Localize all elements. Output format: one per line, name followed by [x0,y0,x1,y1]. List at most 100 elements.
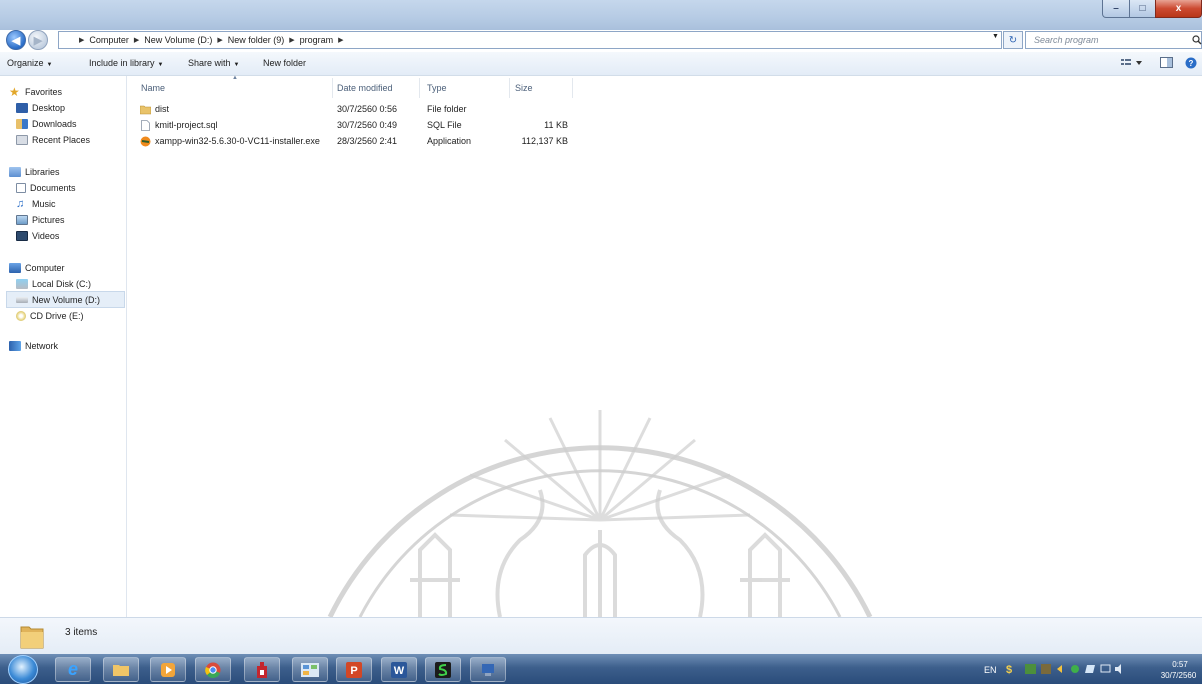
forward-arrow-icon: ▶ [33,34,43,47]
refresh-button[interactable]: ↻ [1003,31,1023,49]
start-button[interactable] [8,655,38,684]
nav-favorites[interactable]: ★ Favorites [9,84,119,100]
word-logo-icon: W [391,661,407,678]
clock-date[interactable]: 30/7/2560 [1155,671,1202,680]
back-button[interactable]: ◀ [6,30,26,50]
powerpoint-icon[interactable]: P [336,657,372,682]
item-count: 3 items [65,627,98,638]
control-panel-icon[interactable] [292,657,328,682]
nav-videos[interactable]: Videos [16,228,124,244]
nav-new-volume[interactable]: New Volume (D:) [16,292,124,308]
help-icon[interactable]: ? [1185,57,1197,69]
tray-app-icon [1025,664,1036,674]
address-dropdown-icon[interactable]: ▼ [992,33,999,40]
forward-button[interactable]: ▶ [28,30,48,50]
xampp-icon [140,136,151,146]
file-row[interactable]: xampp-win32-5.6.30-0-VC11-installer.exe … [140,133,580,149]
volume-icon [1115,664,1121,674]
search-icon[interactable] [1192,35,1202,45]
chevron-right-icon[interactable]: ▶ [289,36,294,44]
search-input[interactable]: Search program [1025,31,1202,49]
nav-music[interactable]: ♫ Music [16,196,124,212]
file-name: dist [155,104,170,114]
tray-arrow-icon [1057,665,1062,673]
tray-flag-icon [1085,665,1095,673]
chevron-right-icon[interactable]: ▶ [338,36,343,44]
tower-icon [257,661,267,678]
breadcrumb-program[interactable]: program [300,35,334,45]
file-type: SQL File [427,120,462,130]
preview-pane-icon[interactable] [1160,57,1173,69]
file-date: 28/3/2560 2:41 [337,136,398,146]
nav-computer[interactable]: Computer [9,260,119,276]
recent-places-icon [16,135,28,145]
column-divider[interactable] [572,78,573,98]
column-divider[interactable] [509,78,510,98]
nav-cd-drive[interactable]: CD Drive (E:) [16,308,124,324]
breadcrumb-new-folder[interactable]: New folder (9) [228,35,285,45]
view-options-icon[interactable] [1121,58,1143,69]
tray-app-icon [1041,664,1051,674]
sort-ascending-icon: ▲ [232,75,238,81]
file-name: kmitl-project.sql [155,120,218,130]
svg-text:W: W [394,665,405,677]
share-with-button[interactable]: Share with ▼ [188,58,239,68]
music-icon: ♫ [16,198,25,210]
column-header-type[interactable]: Type [427,83,447,93]
nav-label: Music [32,199,56,209]
videos-icon [16,231,28,241]
chrome-icon[interactable] [195,657,231,682]
chevron-right-icon[interactable]: ▶ [217,36,222,44]
powerpoint-logo-icon: P [346,661,362,678]
organize-button[interactable]: Organize ▼ [7,58,52,68]
clock-time[interactable]: 0:57 [1165,660,1195,669]
ie-icon[interactable]: e [55,657,91,682]
nav-local-disk[interactable]: Local Disk (C:) [16,276,124,292]
computer-icon [9,263,21,273]
minimize-button[interactable]: – [1102,0,1130,18]
folder-icon [140,105,151,114]
nav-desktop[interactable]: Desktop [16,100,124,116]
documents-icon [16,183,26,193]
nav-label: Network [25,341,59,351]
chevron-right-icon[interactable]: ▶ [134,36,139,44]
maximize-button[interactable]: □ [1129,0,1156,18]
column-header-name[interactable]: Name [141,83,165,93]
explorer-icon[interactable] [103,657,139,682]
include-in-library-button[interactable]: Include in library ▼ [89,58,163,68]
column-header-size[interactable]: Size [515,83,533,93]
breadcrumb-computer[interactable]: Computer [89,35,129,45]
new-folder-button[interactable]: New folder [263,58,306,68]
snake-logo-icon [435,661,451,678]
nav-recent-places[interactable]: Recent Places [16,132,124,148]
word-icon[interactable]: W [381,657,417,682]
address-bar[interactable]: ▶ Computer ▶ New Volume (D:) ▶ New folde… [58,31,1002,49]
media-player-icon[interactable] [150,657,186,682]
nav-downloads[interactable]: Downloads [16,116,124,132]
nav-documents[interactable]: Documents [16,180,124,196]
language-indicator[interactable]: EN [984,665,997,675]
organize-label: Organize [7,58,44,68]
nav-pictures[interactable]: Pictures [16,212,124,228]
document-icon [141,119,150,131]
tower-app-icon[interactable] [244,657,280,682]
column-divider[interactable] [332,78,333,98]
breadcrumb-new-volume[interactable]: New Volume (D:) [144,35,212,45]
close-button[interactable]: x [1155,0,1202,18]
navigation-pane: ★ Favorites Desktop Downloads Recent Plac… [0,76,127,617]
folder-icon [20,626,44,649]
chrome-logo-icon [205,662,221,678]
network-app-icon[interactable] [470,657,506,682]
file-size: 112,137 KB [521,136,568,146]
file-row[interactable]: dist 30/7/2560 0:56 File folder [140,101,580,117]
chevron-right-icon: ▶ [79,37,85,44]
nav-network[interactable]: Network [9,338,119,354]
control-panel-logo-icon [301,662,319,677]
column-divider[interactable] [419,78,420,98]
nav-label: Pictures [32,215,65,225]
network-app-logo-icon [482,663,494,676]
nav-libraries[interactable]: Libraries [9,164,119,180]
file-row[interactable]: kmitl-project.sql 30/7/2560 0:49 SQL Fil… [140,117,580,133]
column-header-date[interactable]: Date modified [337,83,393,93]
terminal-icon[interactable] [425,657,461,682]
